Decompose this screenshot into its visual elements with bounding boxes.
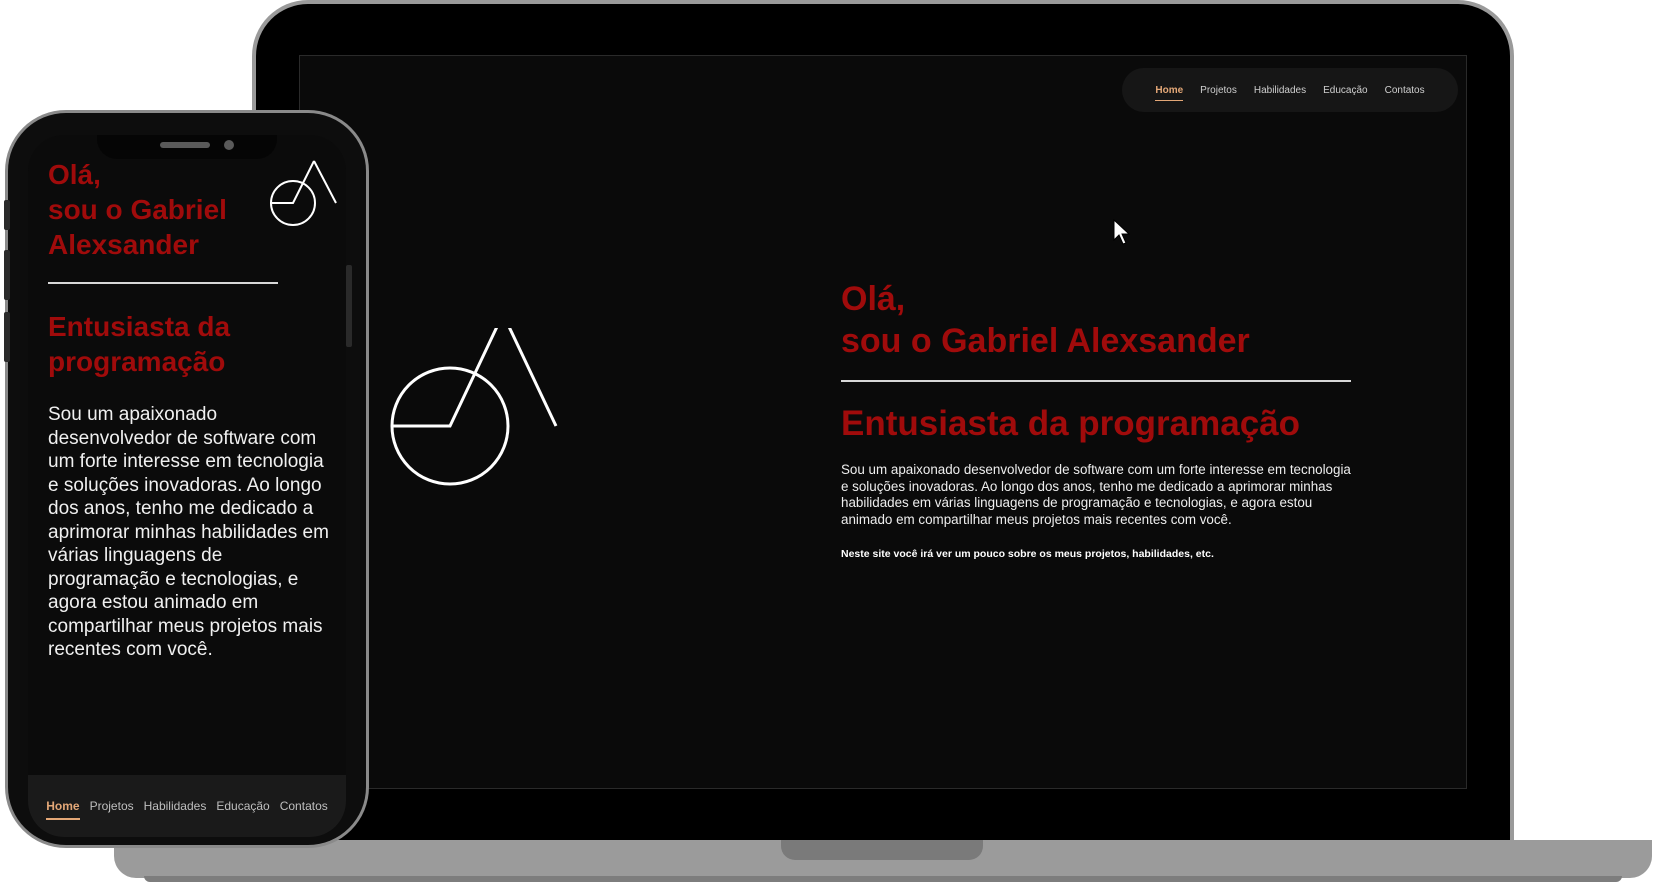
mobile-hero-name-line-1: sou o Gabriel bbox=[48, 194, 227, 225]
mobile-nav-educacao-link[interactable]: Educação bbox=[216, 799, 269, 813]
laptop-opening-notch bbox=[781, 840, 983, 860]
phone-power-button bbox=[346, 265, 352, 347]
ga-monogram-logo-icon bbox=[390, 328, 558, 486]
mobile-hero-name-line-2: Alexsander bbox=[48, 229, 199, 260]
nav-habilidades-link[interactable]: Habilidades bbox=[1254, 85, 1306, 96]
hero-divider bbox=[841, 380, 1351, 382]
hero-greeting: Olá, bbox=[841, 280, 906, 318]
mobile-hero-description: Sou um apaixonado desenvolvedor de softw… bbox=[48, 404, 329, 660]
mobile-subtitle-line-2: programação bbox=[48, 346, 226, 377]
mobile-nav-habilidades-link[interactable]: Habilidades bbox=[144, 799, 207, 813]
mobile-bottom-navbar: Home Projetos Habilidades Educação Conta… bbox=[28, 775, 346, 837]
laptop-navbar: Home Projetos Habilidades Educação Conta… bbox=[1122, 68, 1458, 112]
mobile-nav-contatos-link[interactable]: Contatos bbox=[280, 799, 328, 813]
mobile-nav-projetos-link[interactable]: Projetos bbox=[90, 799, 134, 813]
hero-note: Neste site você irá ver um pouco sobre o… bbox=[841, 548, 1214, 560]
hero-subtitle: Entusiasta da programação bbox=[841, 404, 1301, 443]
phone-volume-up-button bbox=[4, 250, 10, 300]
phone-volume-down-button bbox=[4, 312, 10, 362]
phone-speaker bbox=[160, 142, 210, 148]
mouse-pointer-icon bbox=[1113, 219, 1131, 245]
hero-name: sou o Gabriel Alexsander bbox=[841, 322, 1250, 360]
nav-home-link[interactable]: Home bbox=[1155, 85, 1183, 101]
mobile-hero-greeting: Olá, bbox=[48, 159, 101, 190]
laptop-base-edge bbox=[144, 876, 1622, 882]
laptop-screen: Home Projetos Habilidades Educação Conta… bbox=[299, 55, 1467, 789]
hero-content: Olá, sou o Gabriel Alexsander Entusiasta… bbox=[841, 278, 1351, 560]
nav-contatos-link[interactable]: Contatos bbox=[1385, 85, 1425, 96]
mobile-hero-divider bbox=[48, 282, 278, 284]
mobile-nav-home-link[interactable]: Home bbox=[46, 799, 80, 820]
hero-title: Olá, sou o Gabriel Alexsander bbox=[841, 278, 1351, 362]
mobile-subtitle-line-1: Entusiasta da bbox=[48, 311, 231, 342]
ga-monogram-logo-icon bbox=[270, 160, 337, 226]
phone-mute-switch bbox=[4, 200, 10, 230]
phone-camera-icon bbox=[224, 140, 234, 150]
mobile-hero-title: Olá, sou o Gabriel Alexsander bbox=[48, 157, 258, 262]
nav-projetos-link[interactable]: Projetos bbox=[1200, 85, 1237, 96]
mobile-hero-subtitle: Entusiasta da programação bbox=[48, 309, 328, 379]
nav-educacao-link[interactable]: Educação bbox=[1323, 85, 1367, 96]
hero-description: Sou um apaixonado desenvolvedor de softw… bbox=[841, 462, 1351, 527]
phone-screen: Olá, sou o Gabriel Alexsander Entusiasta… bbox=[28, 135, 346, 837]
